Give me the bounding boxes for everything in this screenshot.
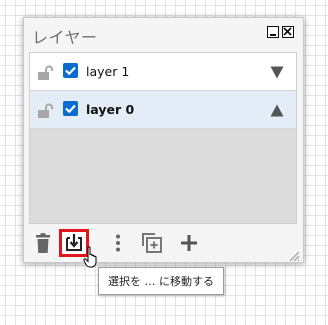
layer-toolbar	[24, 224, 303, 262]
layer-row[interactable]: layer 1	[30, 53, 296, 91]
add-icon[interactable]	[178, 232, 200, 254]
hand-pointer-icon	[83, 246, 99, 268]
layer-row-selected[interactable]: layer 0	[30, 91, 296, 129]
layer-visibility-checkbox[interactable]	[63, 63, 78, 78]
panel-title: レイヤー	[32, 28, 98, 47]
layer-name: layer 0	[86, 102, 135, 117]
duplicate-icon[interactable]	[141, 232, 163, 254]
layer-name: layer 1	[86, 64, 130, 79]
unlock-icon[interactable]	[37, 65, 53, 80]
close-icon	[283, 27, 292, 36]
close-button[interactable]	[282, 26, 294, 38]
more-vertical-icon[interactable]	[107, 232, 129, 254]
resize-handle[interactable]	[288, 247, 300, 262]
panel-titlebar[interactable]: レイヤー	[24, 18, 303, 50]
trash-icon[interactable]	[32, 232, 54, 254]
unlock-icon[interactable]	[37, 103, 53, 118]
minimize-button[interactable]	[267, 26, 279, 38]
tooltip: 選択を … に移動する	[98, 267, 224, 295]
layer-visibility-checkbox[interactable]	[63, 101, 78, 116]
layer-list: layer 1 layer 0	[29, 52, 297, 224]
down-triangle-icon[interactable]	[270, 64, 284, 79]
up-triangle-icon[interactable]	[270, 102, 284, 117]
layers-panel: レイヤー layer 1 layer 0	[23, 17, 304, 263]
